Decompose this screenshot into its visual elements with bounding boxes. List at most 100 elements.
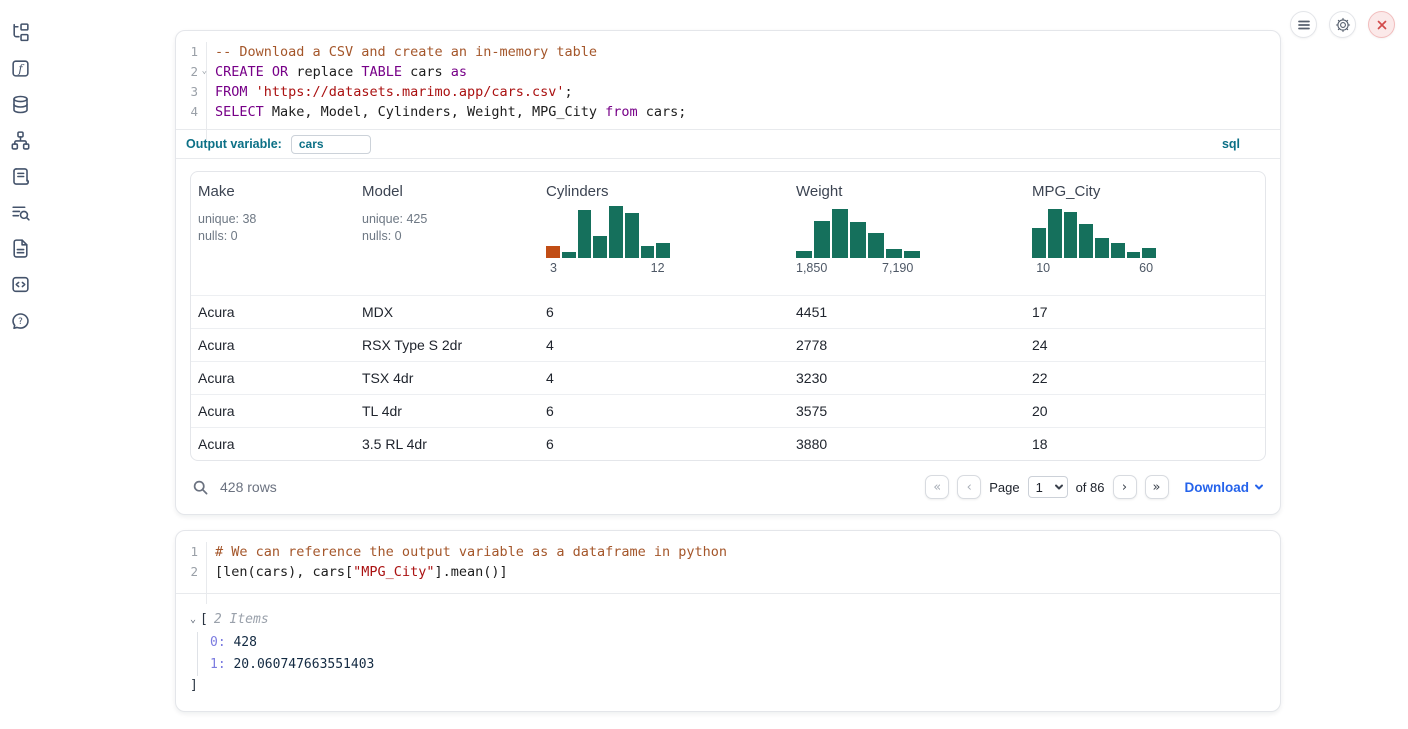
hist-bar — [886, 249, 902, 258]
hist-bar — [1079, 224, 1093, 258]
list-output: ⌄ [ 2 Items 0: 4281: 20.060747663551403 … — [176, 594, 1280, 696]
column-stats: unique: 38nulls: 0 — [198, 211, 355, 245]
table-cell: Acura — [191, 370, 355, 386]
sql-code[interactable]: -- Download a CSV and create an in-memor… — [207, 42, 686, 129]
column-header[interactable]: Cylinders 312 — [539, 172, 789, 295]
row-count: 428 rows — [220, 479, 277, 495]
column-header[interactable]: Weight1,8507,190 — [789, 172, 1025, 295]
menu-icon — [1297, 18, 1311, 32]
column-header[interactable]: Modelunique: 425nulls: 0 — [355, 172, 539, 295]
python-code-editor[interactable]: 12 # We can reference the output variabl… — [176, 531, 1280, 593]
sql-cell: 12⌄34 -- Download a CSV and create an in… — [175, 30, 1281, 515]
tree-value: 20.060747663551403 — [226, 657, 375, 672]
hist-bar — [1142, 248, 1156, 258]
column-name: MPG_City — [1032, 183, 1265, 200]
hist-bar — [593, 236, 607, 258]
table-cell: 3880 — [789, 436, 1025, 452]
hist-bar — [1032, 228, 1046, 258]
python-cell: 12 # We can reference the output variabl… — [175, 530, 1281, 712]
hist-bar — [868, 233, 884, 258]
output-variable-input[interactable] — [291, 135, 371, 154]
column-header[interactable]: Makeunique: 38nulls: 0 — [191, 172, 355, 295]
table-cell: RSX Type S 2dr — [355, 337, 539, 353]
code-line: [len(cars), cars["MPG_City"].mean()] — [215, 562, 727, 582]
fold-chevron-icon[interactable]: ⌄ — [202, 61, 207, 81]
sql-code-editor[interactable]: 12⌄34 -- Download a CSV and create an in… — [176, 31, 1280, 129]
hist-bar — [656, 243, 670, 258]
line-number: 2⌄ — [176, 62, 198, 82]
line-number: 1 — [176, 542, 198, 562]
code-line: # We can reference the output variable a… — [215, 542, 727, 562]
hist-bar — [625, 213, 639, 258]
snippets-icon[interactable] — [10, 274, 31, 295]
menu-button[interactable] — [1290, 11, 1317, 38]
table-cell: 6 — [539, 304, 789, 320]
hist-bar — [1111, 243, 1125, 258]
table-cell: Acura — [191, 403, 355, 419]
column-header[interactable]: MPG_City 1060 — [1025, 172, 1265, 295]
column-name: Cylinders — [546, 183, 789, 200]
settings-button[interactable] — [1329, 11, 1356, 38]
notebook-controls — [1290, 11, 1395, 38]
hist-bar — [641, 246, 655, 258]
output-variable-strip: Output variable: sql — [176, 129, 1280, 159]
line-number: 3 — [176, 82, 198, 102]
logs-icon[interactable] — [10, 166, 31, 187]
table-cell: 3230 — [789, 370, 1025, 386]
documentation-icon[interactable] — [10, 238, 31, 259]
hist-bar — [1064, 212, 1078, 258]
hist-bar — [1095, 238, 1109, 258]
hist-bar — [850, 222, 866, 258]
file-explorer-icon[interactable] — [10, 22, 31, 43]
table-row[interactable]: AcuraTL 4dr6357520 — [191, 394, 1265, 427]
next-page-button[interactable]: › — [1113, 475, 1137, 499]
output-variable-label: Output variable: — [186, 137, 282, 151]
previous-page-button[interactable]: ‹ — [957, 475, 981, 499]
text-search-icon[interactable] — [10, 202, 31, 223]
hist-bar — [796, 251, 812, 258]
code-line: -- Download a CSV and create an in-memor… — [215, 42, 686, 62]
svg-text:?: ? — [18, 317, 23, 327]
last-page-button[interactable]: » — [1145, 475, 1169, 499]
hist-bar — [904, 251, 920, 258]
hist-bar — [1048, 209, 1062, 258]
help-icon[interactable]: ? — [10, 310, 31, 331]
table-cell: MDX — [355, 304, 539, 320]
hist-bar — [832, 209, 848, 258]
tree-key: 0: — [210, 635, 226, 650]
collapse-chevron-icon[interactable]: ⌄ — [190, 610, 196, 630]
table-row[interactable]: Acura3.5 RL 4dr6388018 — [191, 427, 1265, 460]
tree-key: 1: — [210, 657, 226, 672]
hist-bar — [1127, 252, 1141, 258]
download-button[interactable]: Download — [1185, 480, 1265, 495]
line-number: 2 — [176, 562, 198, 582]
tree-entry: 1: 20.060747663551403 — [210, 654, 1280, 676]
search-icon[interactable] — [192, 479, 209, 496]
hist-bar — [546, 246, 560, 258]
histogram[interactable]: 312 — [546, 206, 670, 278]
sql-cell-output: Makeunique: 38nulls: 0Modelunique: 425nu… — [176, 159, 1280, 510]
datasources-icon[interactable] — [10, 94, 31, 115]
table-row[interactable]: AcuraTSX 4dr4323022 — [191, 361, 1265, 394]
python-code[interactable]: # We can reference the output variable a… — [207, 542, 727, 593]
pagination: « ‹ Page 1 of 86 › » — [925, 475, 1168, 499]
download-label: Download — [1185, 480, 1250, 495]
column-name: Model — [362, 183, 539, 200]
code-line: SELECT Make, Model, Cylinders, Weight, M… — [215, 102, 686, 122]
variables-icon[interactable]: f — [10, 58, 31, 79]
table-cell: 24 — [1025, 337, 1265, 353]
page-select[interactable]: 1 — [1028, 476, 1068, 498]
shutdown-button[interactable] — [1368, 11, 1395, 38]
language-badge: sql — [1222, 137, 1270, 151]
histogram[interactable]: 1,8507,190 — [796, 206, 920, 278]
dependency-graph-icon[interactable] — [10, 130, 31, 151]
histogram[interactable]: 1060 — [1032, 206, 1156, 278]
table-cell: 18 — [1025, 436, 1265, 452]
close-icon — [1375, 18, 1389, 32]
table-row[interactable]: AcuraRSX Type S 2dr4277824 — [191, 328, 1265, 361]
first-page-button[interactable]: « — [925, 475, 949, 499]
table-row[interactable]: AcuraMDX6445117 — [191, 295, 1265, 328]
table-cell: Acura — [191, 337, 355, 353]
hist-bar — [578, 210, 592, 258]
table-cell: TSX 4dr — [355, 370, 539, 386]
